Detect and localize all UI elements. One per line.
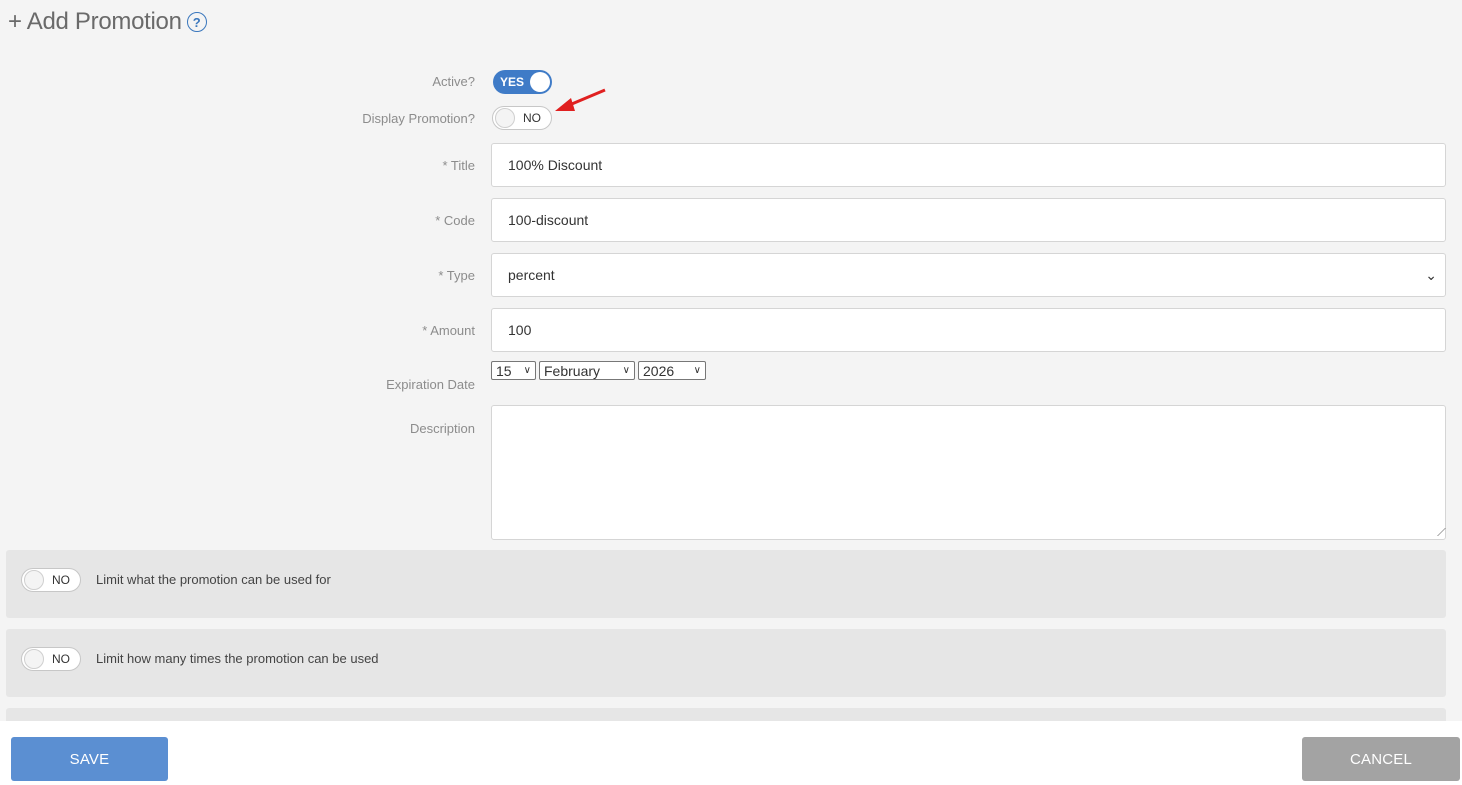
active-toggle-state: YES: [500, 75, 525, 89]
chevron-down-icon: ∨: [622, 365, 630, 376]
display-promotion-toggle[interactable]: NO: [492, 106, 552, 130]
type-label: * Type: [438, 268, 475, 283]
expiration-date-label: Expiration Date: [386, 377, 475, 392]
title-label: * Title: [442, 158, 475, 173]
description-label: Description: [409, 421, 475, 436]
display-promotion-toggle-state: NO: [523, 111, 541, 125]
active-label: Active?: [432, 74, 475, 89]
annotation-arrow-icon: [555, 88, 606, 111]
limit-use-toggle-state: NO: [52, 573, 70, 587]
cancel-button[interactable]: CANCEL: [1302, 737, 1460, 781]
display-promotion-label: Display Promotion?: [362, 111, 475, 126]
limit-use-toggle[interactable]: NO: [21, 568, 81, 592]
amount-input-value: 100: [508, 322, 532, 338]
type-select[interactable]: percent ⌄: [491, 253, 1446, 297]
limit-use-label: Limit what the promotion can be used for: [96, 572, 331, 587]
chevron-down-icon: ∨: [523, 365, 531, 376]
chevron-down-icon: ∨: [693, 365, 701, 376]
type-select-value: percent: [508, 267, 555, 283]
expiration-year-select[interactable]: 2026 ∨: [638, 361, 706, 380]
code-label: * Code: [435, 213, 475, 228]
expiration-year-value: 2026: [643, 362, 675, 379]
limit-times-panel: NO Limit how many times the promotion ca…: [6, 629, 1446, 697]
active-toggle[interactable]: YES: [493, 70, 552, 94]
description-textarea[interactable]: [491, 405, 1446, 540]
code-input-value: 100-discount: [508, 212, 589, 228]
resize-handle-icon[interactable]: [1430, 528, 1446, 536]
toggle-knob: [495, 108, 515, 128]
limit-times-toggle-state: NO: [52, 652, 70, 666]
amount-label: * Amount: [422, 323, 475, 338]
expiration-day-select[interactable]: 15 ∨: [491, 361, 536, 380]
title-input-value: 100% Discount: [508, 157, 603, 173]
expiration-month-value: February: [544, 362, 601, 379]
limit-times-label: Limit how many times the promotion can b…: [96, 651, 379, 666]
page-title-text: + Add Promotion: [8, 8, 182, 35]
page-title: + Add Promotion ?: [8, 8, 207, 36]
chevron-down-icon: ⌄: [1425, 267, 1437, 283]
help-icon[interactable]: ?: [186, 12, 207, 32]
limit-times-toggle[interactable]: NO: [21, 647, 81, 671]
toggle-knob: [24, 570, 44, 590]
amount-input[interactable]: 100: [491, 308, 1446, 352]
code-input[interactable]: 100-discount: [491, 198, 1446, 242]
toggle-knob: [24, 649, 44, 669]
title-input[interactable]: 100% Discount: [491, 143, 1446, 187]
toggle-knob: [530, 72, 550, 92]
expiration-month-select[interactable]: February ∨: [539, 361, 635, 380]
save-button[interactable]: SAVE: [11, 737, 168, 781]
limit-use-panel: NO Limit what the promotion can be used …: [6, 550, 1446, 618]
expiration-day-value: 15: [496, 362, 512, 379]
footer-bar: [0, 721, 1462, 785]
